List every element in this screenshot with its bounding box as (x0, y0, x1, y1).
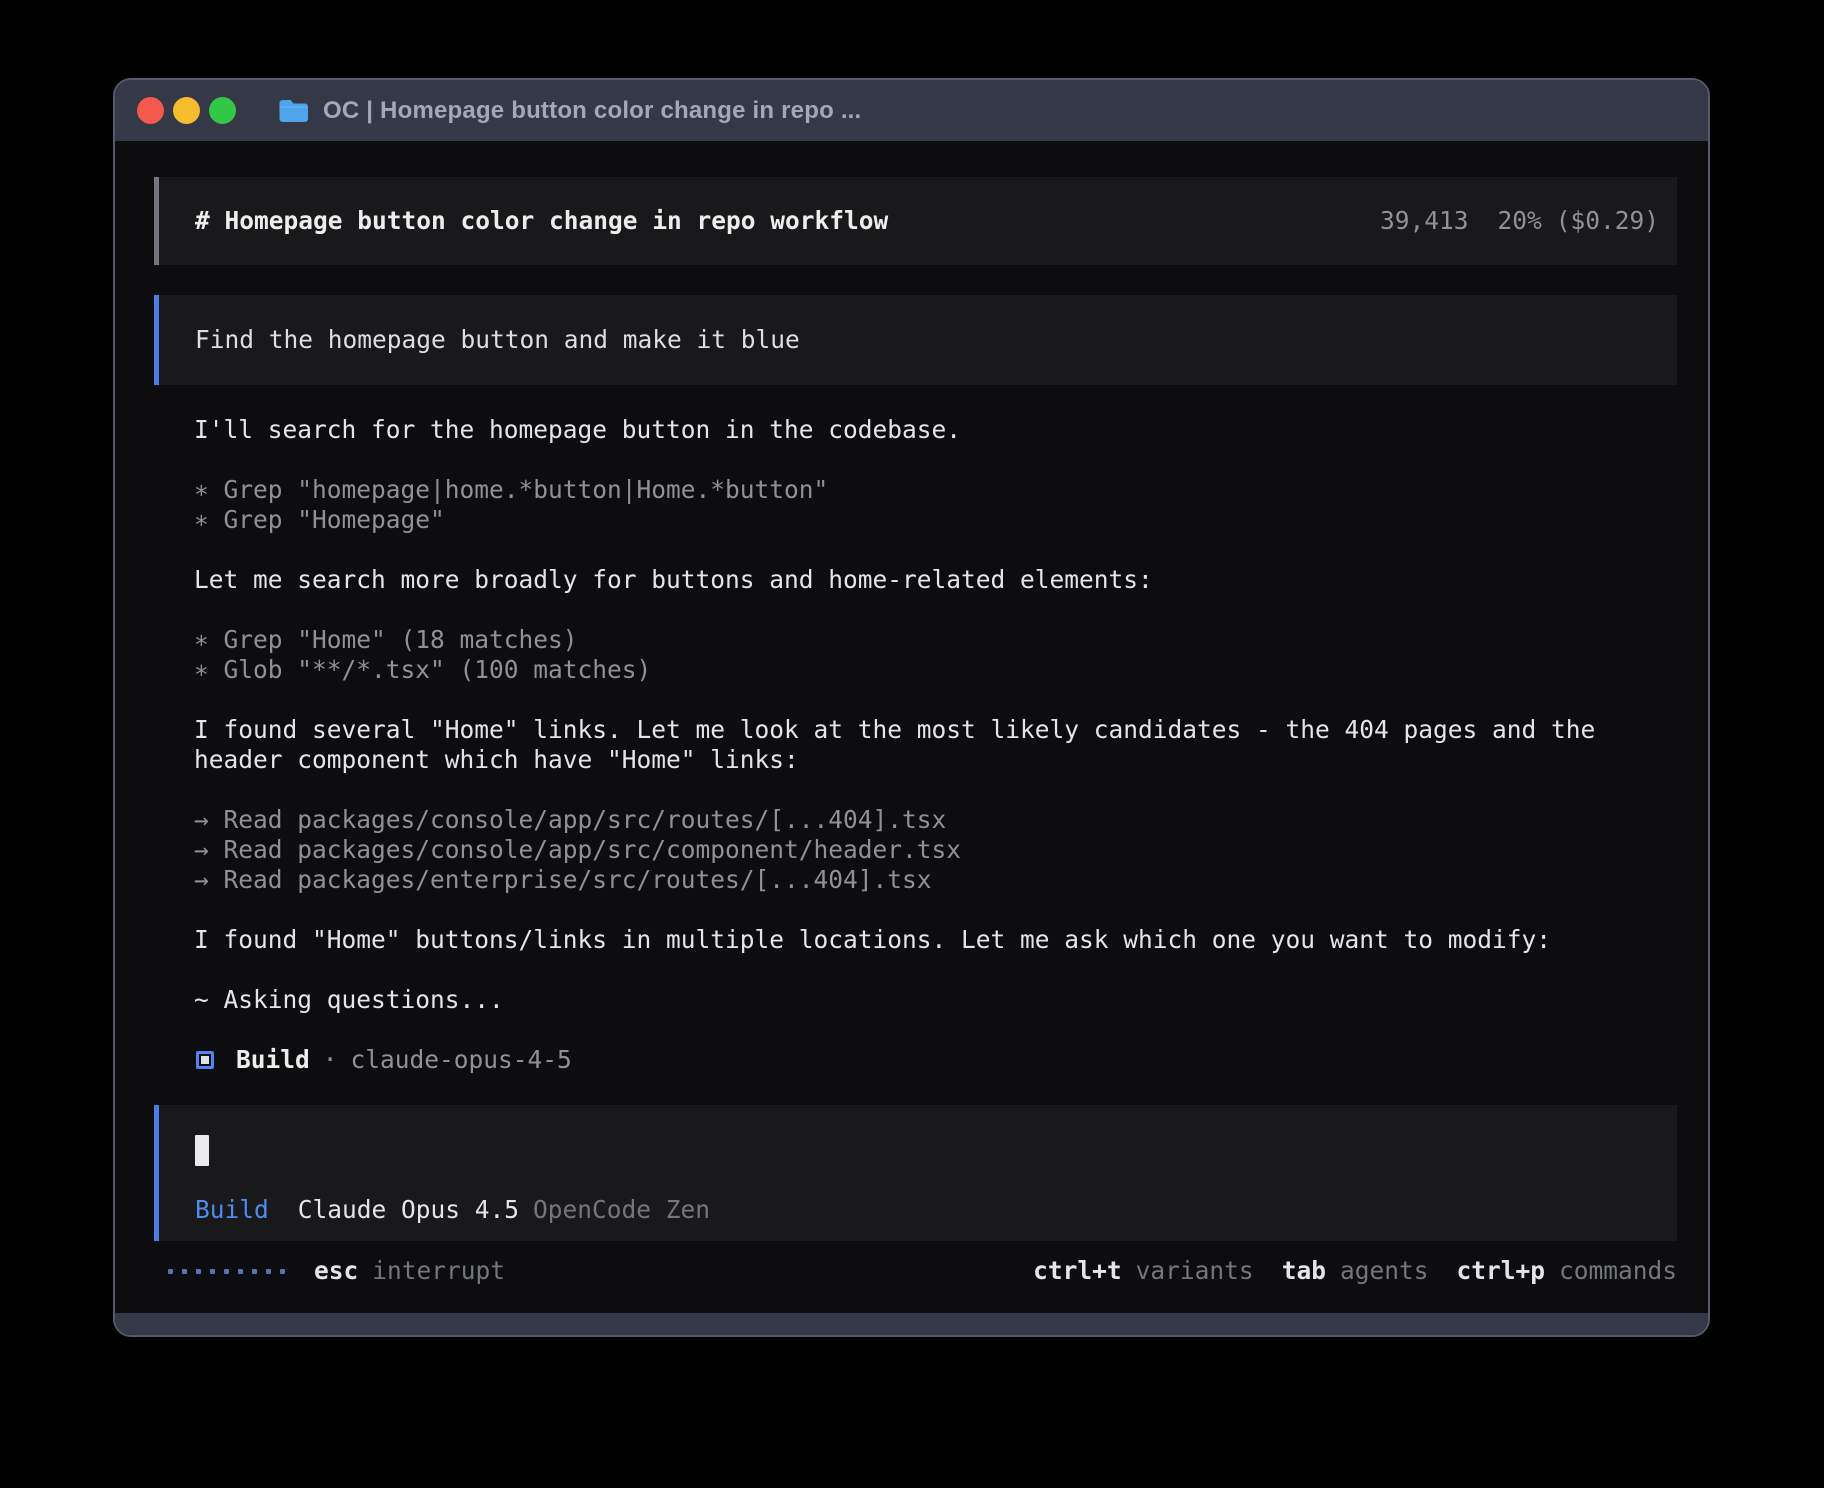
spinner-dots (168, 1269, 285, 1274)
transcript-line: header component which have "Home" links… (194, 745, 1677, 775)
transcript-line: ~ Asking questions... (194, 985, 1677, 1015)
text-cursor (195, 1135, 209, 1166)
spinner-dot (224, 1269, 229, 1274)
session-title: # Homepage button color change in repo w… (195, 206, 888, 236)
spinner-dot (266, 1269, 271, 1274)
transcript-line: → Read packages/enterprise/src/routes/[.… (194, 865, 1677, 895)
esc-key: esc (314, 1256, 358, 1285)
spinner-dot (196, 1269, 201, 1274)
transcript: I'll search for the homepage button in t… (194, 415, 1677, 1105)
transcript-paragraph: → Read packages/console/app/src/routes/[… (194, 805, 1677, 895)
transcript-paragraph: Let me search more broadly for buttons a… (194, 565, 1677, 595)
agent-status-row: Build · claude-opus-4-5 (194, 1045, 1677, 1075)
window-title: OC | Homepage button color change in rep… (323, 97, 861, 125)
transcript-line: ∗ Grep "homepage|home.*button|Home.*butt… (194, 475, 1677, 505)
minimize-button[interactable] (173, 97, 200, 124)
status-left: esc interrupt (168, 1256, 505, 1286)
agents-label: agents (1340, 1256, 1429, 1285)
agent-name: Build (236, 1045, 310, 1075)
zoom-button[interactable] (209, 97, 236, 124)
transcript-line: → Read packages/console/app/src/componen… (194, 835, 1677, 865)
spinner-dot (252, 1269, 257, 1274)
transcript-line: Let me search more broadly for buttons a… (194, 565, 1677, 595)
terminal-content: # Homepage button color change in repo w… (115, 141, 1708, 1313)
prompt-input[interactable]: Build Claude Opus 4.5 OpenCode Zen (154, 1105, 1677, 1241)
transcript-paragraph: ∗ Grep "Home" (18 matches)∗ Glob "**/*.t… (194, 625, 1677, 685)
agents-hint: tab agents (1282, 1256, 1429, 1286)
context-percent: 20% (1497, 206, 1541, 235)
prompt-footer: Build Claude Opus 4.5 OpenCode Zen (195, 1195, 1659, 1225)
transcript-paragraph: I found several "Home" links. Let me loo… (194, 715, 1677, 775)
transcript-line: → Read packages/console/app/src/routes/[… (194, 805, 1677, 835)
title-bar: OC | Homepage button color change in rep… (115, 80, 1708, 141)
prompt-cursor-line (195, 1135, 1659, 1165)
session-header: # Homepage button color change in repo w… (154, 177, 1677, 265)
transcript-line: ∗ Glob "**/*.tsx" (100 matches) (194, 655, 1677, 685)
transcript-paragraph: I found "Home" buttons/links in multiple… (194, 925, 1677, 955)
tab-key: tab (1282, 1256, 1326, 1285)
status-right: ctrl+t variants tab agents ctrl+p commands (1005, 1256, 1677, 1286)
status-bar: esc interrupt ctrl+t variants tab agents ct… (168, 1256, 1677, 1286)
window-bottom-edge (115, 1313, 1708, 1335)
token-count: 39,413 (1380, 206, 1469, 235)
transcript-paragraph: I'll search for the homepage button in t… (194, 415, 1677, 445)
interrupt-label: interrupt (372, 1256, 505, 1285)
transcript-line: I found several "Home" links. Let me loo… (194, 715, 1677, 745)
ctrl-t-key: ctrl+t (1033, 1256, 1122, 1285)
commands-hint: ctrl+p commands (1456, 1256, 1677, 1286)
traffic-lights (137, 97, 236, 124)
spinner-dot (238, 1269, 243, 1274)
model-name: Claude Opus 4.5 (298, 1195, 519, 1224)
spinner-dot (210, 1269, 215, 1274)
terminal-window: OC | Homepage button color change in rep… (113, 78, 1710, 1337)
spinner-dot (182, 1269, 187, 1274)
session-cost: ($0.29) (1556, 206, 1659, 235)
transcript-paragraph: ∗ Grep "homepage|home.*button|Home.*butt… (194, 475, 1677, 535)
ctrl-p-key: ctrl+p (1456, 1256, 1545, 1285)
spinner-dot (168, 1269, 173, 1274)
agent-model: claude-opus-4-5 (351, 1045, 572, 1075)
user-message: Find the homepage button and make it blu… (154, 295, 1677, 385)
transcript-line: I'll search for the homepage button in t… (194, 415, 1677, 445)
transcript-line: ∗ Grep "Homepage" (194, 505, 1677, 535)
provider-name: OpenCode Zen (533, 1195, 710, 1224)
transcript-paragraph: ~ Asking questions... (194, 985, 1677, 1015)
folder-icon (278, 98, 309, 123)
transcript-line: I found "Home" buttons/links in multiple… (194, 925, 1677, 955)
commands-label: commands (1559, 1256, 1677, 1285)
context-stats: 39,413 20% ($0.29) (1380, 206, 1659, 236)
transcript-line: ∗ Grep "Home" (18 matches) (194, 625, 1677, 655)
agent-icon (196, 1051, 214, 1069)
spinner-dot (280, 1269, 285, 1274)
variants-hint: ctrl+t variants (1033, 1256, 1254, 1286)
mode-label: Build (195, 1195, 269, 1224)
variants-label: variants (1136, 1256, 1254, 1285)
close-button[interactable] (137, 97, 164, 124)
interrupt-hint: esc interrupt (314, 1256, 505, 1286)
separator-dot: · (323, 1045, 338, 1075)
